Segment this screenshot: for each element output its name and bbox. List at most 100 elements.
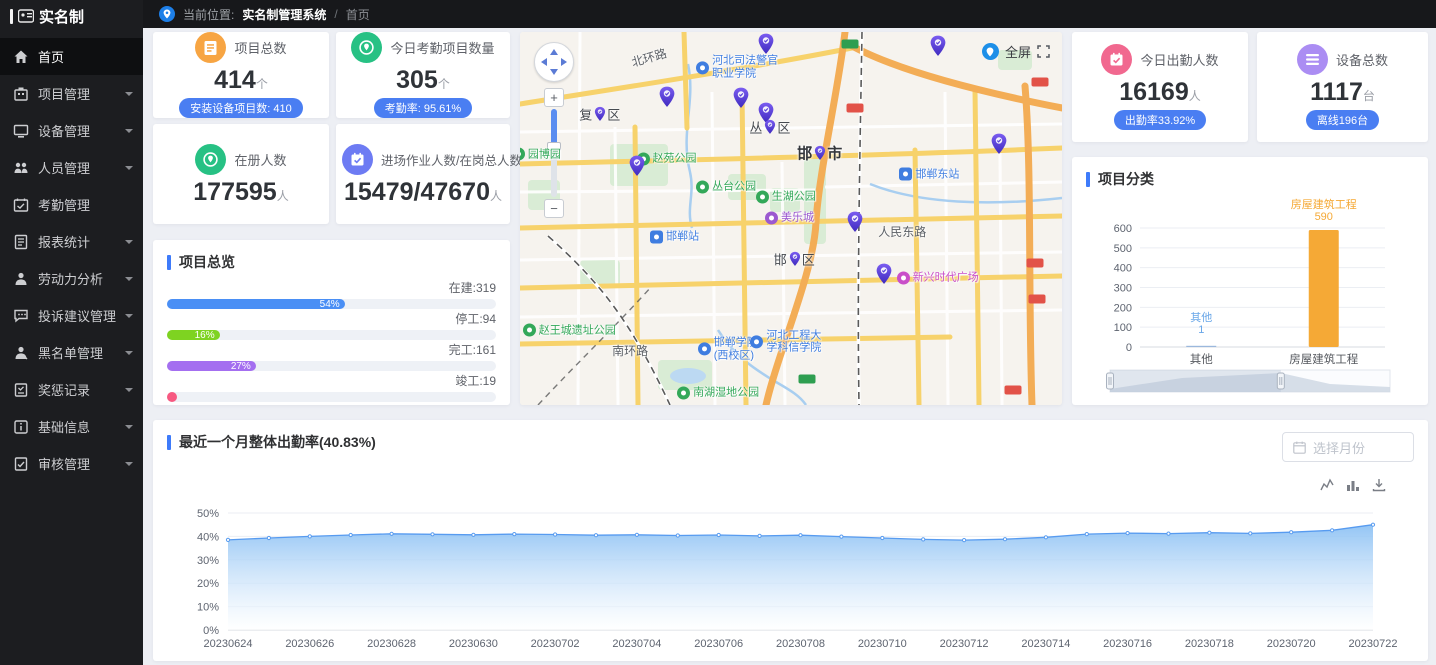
overview-bar-track: 27% [167, 361, 496, 371]
people-icon [13, 160, 29, 176]
svg-text:400: 400 [1114, 263, 1132, 275]
svg-text:其他: 其他 [1190, 353, 1213, 366]
toolbox-download-icon[interactable] [1372, 478, 1386, 492]
sidebar-item-11[interactable]: 审核管理 [0, 445, 143, 482]
chevron-down-icon [125, 129, 133, 137]
overview-row: 完工:16127% [167, 341, 496, 371]
project-map-pin[interactable] [629, 155, 646, 182]
svg-text:20230710: 20230710 [858, 638, 907, 650]
card-onsite-people: 进场作业人数/在岗总人数 15479/47670人 [336, 124, 510, 224]
sidebar-item-4[interactable]: 考勤管理 [0, 186, 143, 223]
breadcrumb-root[interactable]: 实名制管理系统 [242, 6, 326, 23]
sidebar-item-0[interactable]: 首页 [0, 38, 143, 75]
map-poi-label: 河北工程大 学科信学院 [750, 329, 821, 354]
project-map-pin[interactable] [733, 87, 750, 114]
svg-text:20%: 20% [197, 578, 219, 590]
route-shield-icon [846, 104, 863, 113]
poi-edu-icon [698, 343, 711, 356]
fullscreen-button[interactable]: 全屏 [982, 42, 1050, 61]
svg-text:200: 200 [1114, 302, 1132, 314]
month-picker-input[interactable]: 选择月份 [1282, 432, 1414, 462]
sidebar-item-9[interactable]: 奖惩记录 [0, 371, 143, 408]
chevron-down-icon [125, 462, 133, 470]
breadcrumb-prefix: 当前位置: [183, 6, 234, 23]
card-badge: 考勤率: 95.61% [374, 98, 472, 118]
sidebar-item-10[interactable]: 基础信息 [0, 408, 143, 445]
attendance-trend-panel: 最近一个月整体出勤率(40.83%) 选择月份 0%10%20%30%40% [153, 420, 1428, 661]
card-value: 305个 [396, 68, 450, 93]
route-shield-icon [841, 39, 858, 48]
poi-park-icon [523, 324, 536, 337]
svg-text:590: 590 [1315, 211, 1333, 223]
map-city-label: 邯市 [797, 143, 843, 164]
overview-bar-fill [167, 392, 177, 402]
project-category-panel: 项目分类 0100200300400500600其他1其他房屋建筑工程590房屋… [1072, 157, 1428, 405]
toolbox-line-chart-icon[interactable] [1320, 478, 1334, 492]
svg-text:20230722: 20230722 [1349, 638, 1398, 650]
sidebar-item-label: 首页 [38, 47, 133, 66]
map-pan-control[interactable] [534, 42, 574, 82]
route-shield-icon [1028, 294, 1045, 303]
svg-text:20230628: 20230628 [367, 638, 416, 650]
svg-text:1: 1 [1198, 324, 1204, 336]
id-card-icon [18, 9, 34, 23]
svg-text:20230708: 20230708 [776, 638, 825, 650]
project-map-pin[interactable] [991, 133, 1008, 160]
sidebar-item-7[interactable]: 投诉建议管理 [0, 297, 143, 334]
sidebar-item-8[interactable]: 黑名单管理 [0, 334, 143, 371]
route-shield-icon [1005, 386, 1022, 395]
map-poi-label: 南湖湿地公园 [677, 387, 759, 400]
toolbox-bar-chart-icon[interactable] [1346, 478, 1360, 492]
project-map-pin[interactable] [846, 211, 863, 238]
app-title: 实名制 [39, 6, 84, 27]
poi-edu-icon [696, 61, 709, 74]
card-label: 进场作业人数/在岗总人数 [381, 150, 522, 169]
overview-row: 停工:9416% [167, 310, 496, 340]
sidebar-item-label: 项目管理 [38, 84, 125, 103]
chevron-down-icon [125, 166, 133, 174]
map-poi-label: 赵王城遗址公园 [523, 324, 616, 337]
sidebar-item-label: 黑名单管理 [38, 343, 125, 362]
sidebar-item-1[interactable]: 项目管理 [0, 75, 143, 112]
reward-icon [13, 382, 29, 398]
sidebar-item-6[interactable]: 劳动力分析 [0, 260, 143, 297]
svg-text:20230706: 20230706 [694, 638, 743, 650]
breadcrumb-current[interactable]: 首页 [346, 6, 370, 23]
card-total-projects: 项目总数 414个 安装设备项目数: 410 [153, 32, 329, 118]
calendar-icon [1293, 441, 1306, 454]
card-label: 今日出勤人数 [1140, 50, 1218, 69]
project-map-pin[interactable] [876, 263, 893, 290]
overview-row: 筹备:1 [167, 403, 496, 405]
datazoom-slider[interactable] [1107, 370, 1391, 392]
chevron-down-icon [125, 388, 133, 396]
zoom-in-button[interactable]: + [544, 88, 564, 107]
report-icon [13, 234, 29, 250]
labor-icon [13, 271, 29, 287]
overview-body: 在建:31954%停工:9416%完工:16127%竣工:19筹备:1 [153, 279, 510, 405]
sidebar-item-3[interactable]: 人员管理 [0, 149, 143, 186]
poi-park-icon [756, 191, 769, 204]
main-content: 项目总数 414个 安装设备项目数: 410 今日考勤项目数量 305个 考勤率… [143, 28, 1436, 665]
poi-park-icon [696, 180, 709, 193]
sidebar: 实名制 首页项目管理设备管理人员管理考勤管理报表统计劳动力分析投诉建议管理黑名单… [0, 0, 143, 665]
project-map-pin[interactable] [929, 35, 946, 62]
poi-park-icon [520, 148, 525, 161]
overview-row-label: 筹备:1 [167, 403, 496, 405]
card-value: 16169人 [1119, 80, 1201, 105]
project-map-pin[interactable] [658, 86, 675, 113]
blacklist-icon [13, 345, 29, 361]
sidebar-item-label: 基础信息 [38, 417, 125, 436]
map-panel[interactable]: + − 全屏 河北司法警官 职业学院赵苑公园丛台公园生湖公园美乐城邯郸站邯郸东站… [520, 32, 1062, 405]
sidebar-item-5[interactable]: 报表统计 [0, 223, 143, 260]
zoom-out-button[interactable]: − [544, 199, 564, 218]
project-map-pin[interactable] [758, 33, 775, 60]
poi-station-icon [899, 168, 912, 181]
svg-text:300: 300 [1114, 283, 1132, 295]
calendar-check-icon [342, 144, 373, 175]
sidebar-item-2[interactable]: 设备管理 [0, 112, 143, 149]
svg-text:20230712: 20230712 [940, 638, 989, 650]
card-total-devices: 设备总数 1117台 离线196台 [1257, 32, 1428, 142]
attendance-icon [13, 197, 29, 213]
complaint-icon [13, 308, 29, 324]
svg-text:600: 600 [1114, 223, 1132, 235]
